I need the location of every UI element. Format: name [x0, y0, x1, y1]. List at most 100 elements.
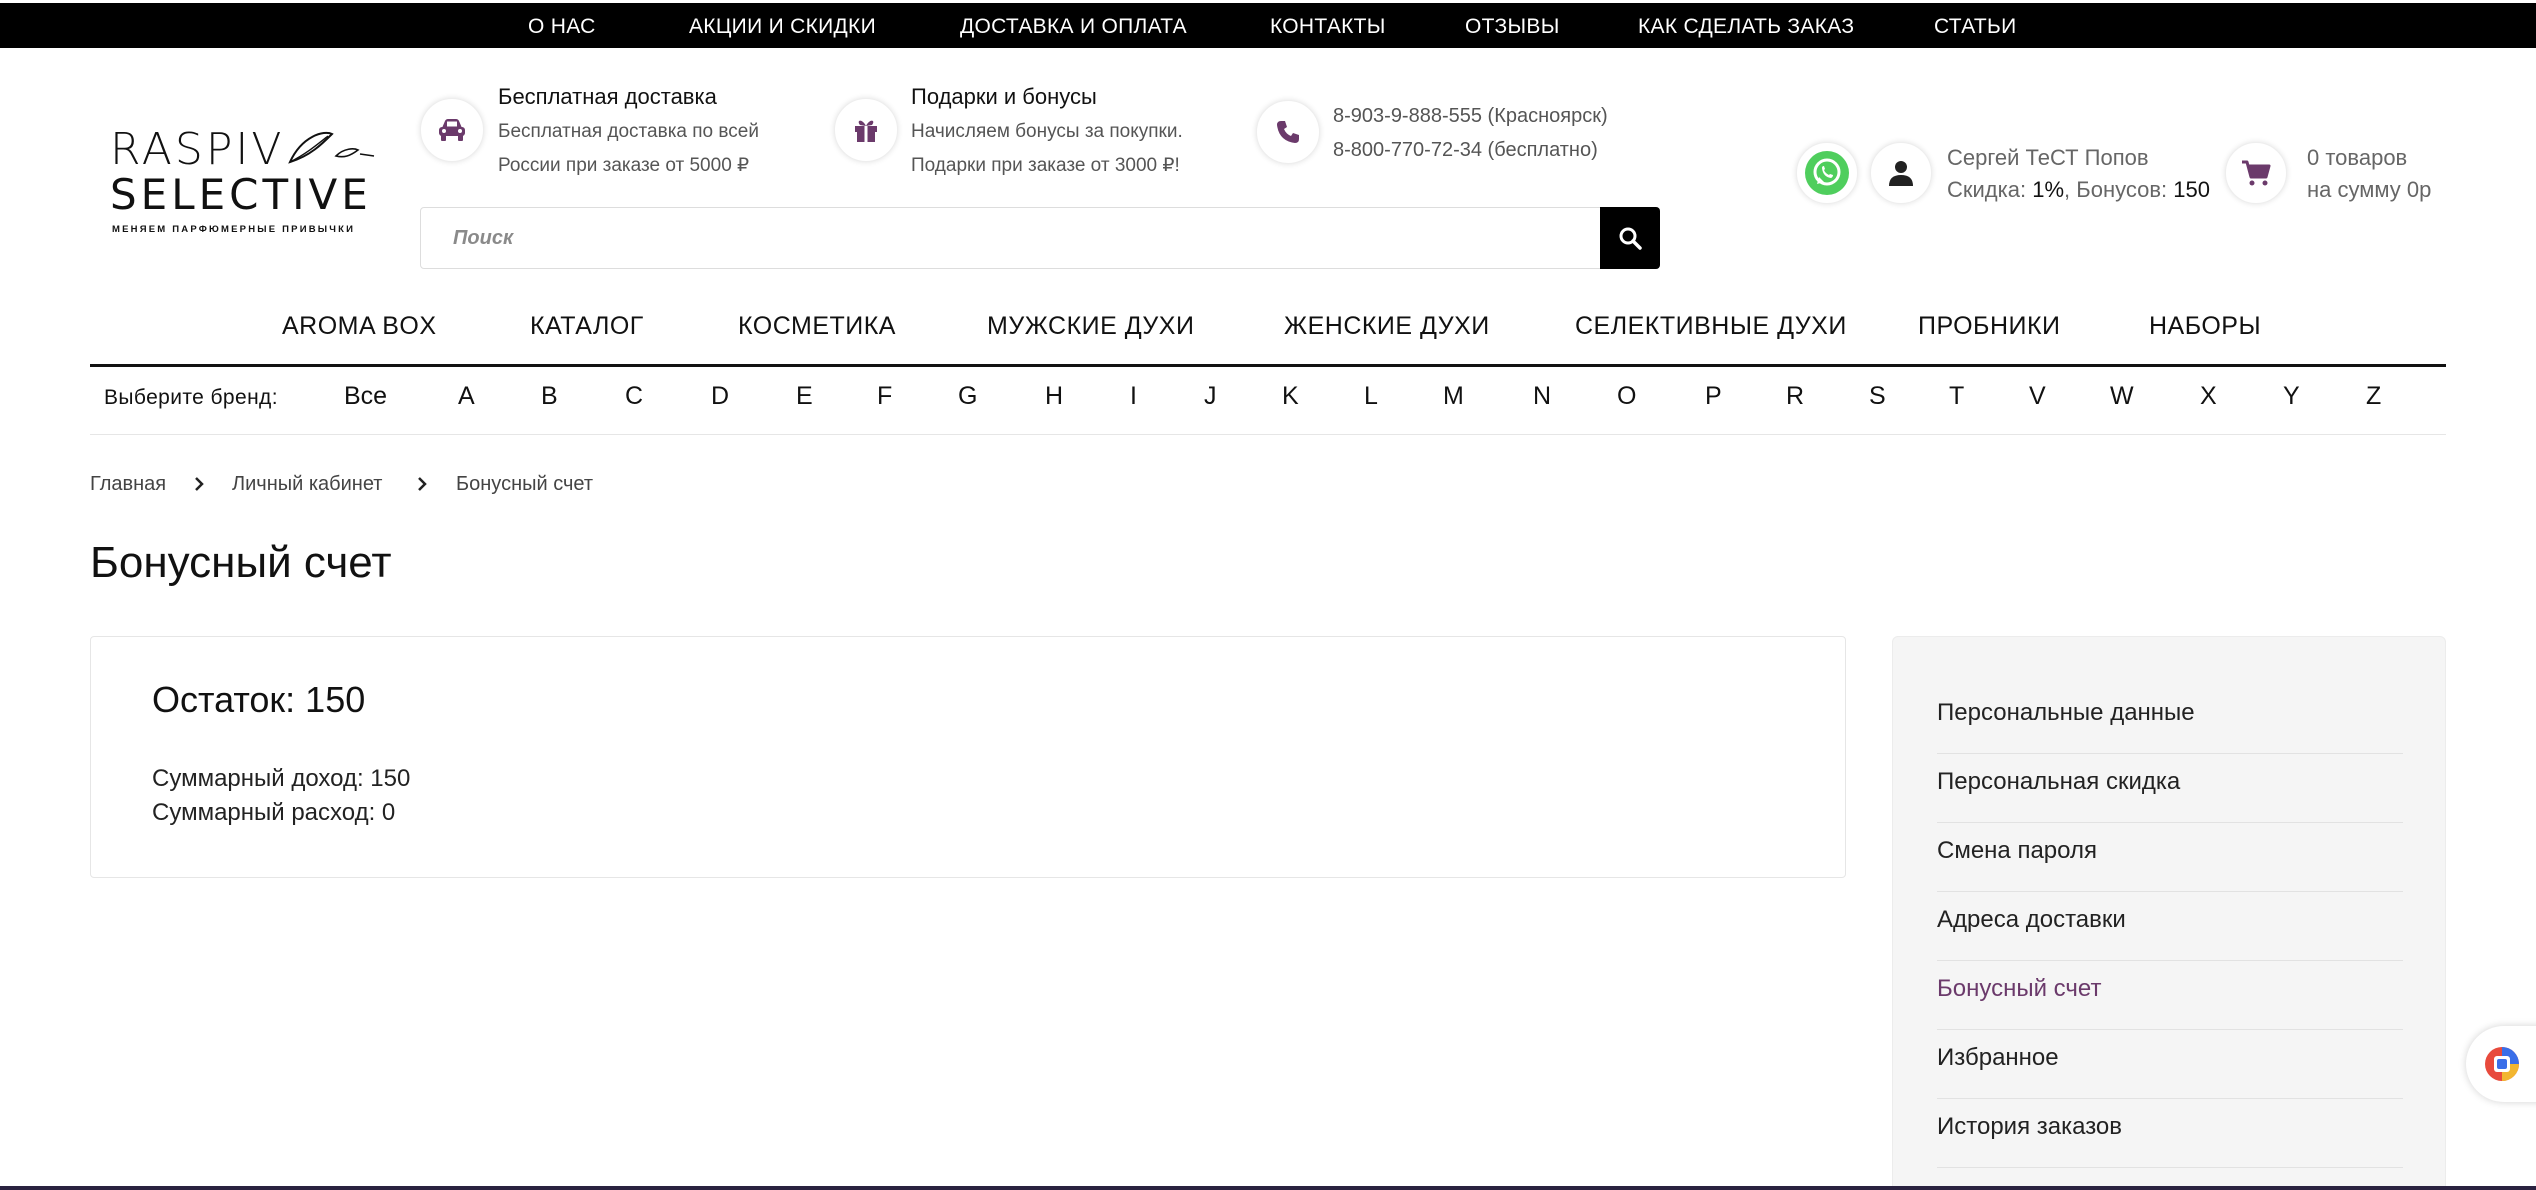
brand-letter-b[interactable]: B	[541, 382, 558, 411]
gifts-title: Подарки и бонусы	[911, 84, 1097, 109]
sidebar-item-order-history[interactable]: История заказов	[1937, 1099, 2403, 1168]
brand-letter-o[interactable]: O	[1617, 382, 1636, 411]
phone-icon	[1277, 121, 1299, 143]
mainnav-mens-perfume[interactable]: МУЖСКИЕ ДУХИ	[987, 312, 1194, 341]
breadcrumb-account[interactable]: Личный кабинет	[232, 473, 382, 496]
brand-letter-a[interactable]: A	[458, 382, 475, 411]
user-discount-bonus: Скидка: 1%, Бонусов: 150	[1947, 177, 2210, 202]
brand-letter-e[interactable]: E	[796, 382, 813, 411]
brand-letter-k[interactable]: K	[1282, 382, 1299, 411]
brand-letter-n[interactable]: N	[1533, 382, 1551, 411]
bonus-expense: Суммарный расход: 0	[152, 799, 396, 826]
cart-sum[interactable]: на сумму 0р	[2307, 174, 2431, 206]
sidebar-item-label: Персональная скидка	[1937, 768, 2181, 795]
brand-letter-i[interactable]: I	[1130, 382, 1137, 411]
sidebar-item-bonus-account[interactable]: Бонусный счет	[1937, 961, 2403, 1030]
search-icon	[1619, 227, 1642, 250]
sidebar-item-label: Персональные данные	[1937, 699, 2195, 726]
floating-widget-button[interactable]	[2466, 1026, 2536, 1102]
bonus-income: Суммарный доход: 150	[152, 765, 411, 792]
discount-label: Скидка:	[1947, 177, 2027, 202]
brand-letter-g[interactable]: G	[958, 382, 977, 411]
sidebar-item-personal-data[interactable]: Персональные данные	[1937, 685, 2403, 754]
page-title: Бонусный счет	[90, 538, 392, 587]
brand-letter-r[interactable]: R	[1786, 382, 1804, 411]
bonus-value: 150	[2173, 177, 2210, 202]
account-sidebar: Персональные данные Персональная скидка …	[1892, 636, 2446, 1190]
topnav-articles[interactable]: СТАТЬИ	[1934, 3, 2016, 51]
brand-letter-p[interactable]: P	[1705, 382, 1722, 411]
discount-value: 1%	[2032, 177, 2065, 202]
brand-select-label: Выберите бренд:	[104, 386, 278, 409]
logo-line-1: RASPIV	[110, 124, 285, 175]
cart-icon	[2242, 160, 2271, 186]
phone-krasnoyarsk[interactable]: 8-903-9-888-555 (Красноярск)	[1333, 99, 1608, 133]
search-button[interactable]	[1600, 207, 1660, 269]
user-name[interactable]: Сергей ТеСТ Попов	[1947, 142, 2149, 174]
brand-letter-v[interactable]: V	[2029, 382, 2046, 411]
sidebar-item-label: Смена пароля	[1937, 837, 2097, 864]
gift-icon	[855, 120, 877, 142]
gifts-text-2: Подарки при заказе от 3000 ₽!	[911, 155, 1180, 176]
brand-letter-h[interactable]: H	[1045, 382, 1063, 411]
cart-count[interactable]: 0 товаров	[2307, 142, 2407, 174]
bonus-remain: Остаток: 150	[152, 679, 366, 720]
mainnav-samples[interactable]: ПРОБНИКИ	[1918, 312, 2061, 341]
leaf-logo-icon	[288, 131, 375, 164]
sidebar-item-label: Избранное	[1937, 1044, 2059, 1071]
mainnav-sets[interactable]: НАБОРЫ	[2149, 312, 2261, 341]
main-nav-divider	[90, 364, 2446, 367]
brand-letter-y[interactable]: Y	[2283, 382, 2300, 411]
brand-letter-all[interactable]: Все	[344, 382, 387, 411]
brand-letter-m[interactable]: M	[1443, 382, 1464, 411]
top-navigation-bar: О НАС АКЦИИ И СКИДКИ ДОСТАВКА И ОПЛАТА К…	[0, 0, 2536, 48]
phone-free[interactable]: 8-800-770-72-34 (бесплатно)	[1333, 133, 1598, 167]
mainnav-womens-perfume[interactable]: ЖЕНСКИЕ ДУХИ	[1284, 312, 1490, 341]
topnav-how-to-order[interactable]: КАК СДЕЛАТЬ ЗАКАЗ	[1638, 3, 1854, 51]
phone-info-circle	[1256, 100, 1320, 164]
sidebar-item-delivery-addresses[interactable]: Адреса доставки	[1937, 892, 2403, 961]
widget-logo-icon	[2485, 1047, 2519, 1081]
gifts-text-1: Начисляем бонусы за покупки.	[911, 121, 1183, 142]
user-account-button[interactable]	[1870, 142, 1932, 204]
whatsapp-icon	[1805, 151, 1849, 195]
mainnav-catalog[interactable]: КАТАЛОГ	[530, 312, 644, 341]
brand-letter-x[interactable]: X	[2200, 382, 2217, 411]
brand-letter-w[interactable]: W	[2110, 382, 2134, 411]
logo-tagline: МЕНЯЕМ ПАРФЮМЕРНЫЕ ПРИВЫЧКИ	[112, 224, 356, 235]
breadcrumb-current: Бонусный счет	[456, 473, 594, 495]
brand-letter-z[interactable]: Z	[2366, 382, 2381, 411]
topnav-about[interactable]: О НАС	[528, 3, 596, 51]
brand-row-divider	[90, 434, 2446, 435]
search-input[interactable]	[421, 208, 1599, 268]
brand-letter-l[interactable]: L	[1364, 382, 1378, 411]
cart-button[interactable]	[2225, 142, 2287, 204]
delivery-info-circle	[420, 98, 484, 162]
sidebar-item-personal-discount[interactable]: Персональная скидка	[1937, 754, 2403, 823]
user-icon	[1889, 161, 1913, 186]
topnav-promotions[interactable]: АКЦИИ И СКИДКИ	[689, 3, 876, 51]
sidebar-item-favorites[interactable]: Избранное	[1937, 1030, 2403, 1099]
site-logo[interactable]: RASPIV SELECTIVE МЕНЯЕМ ПАРФЮМЕРНЫЕ ПРИВ…	[110, 124, 375, 244]
topnav-reviews[interactable]: ОТЗЫВЫ	[1465, 3, 1560, 51]
delivery-text-2: России при заказе от 5000 ₽	[498, 155, 750, 176]
sidebar-item-label: Бонусный счет	[1937, 975, 2102, 1002]
delivery-title: Бесплатная доставка	[498, 84, 717, 109]
brand-letter-c[interactable]: C	[625, 382, 643, 411]
mainnav-aroma-box[interactable]: AROMA BOX	[282, 312, 437, 341]
logo-line-2: SELECTIVE	[110, 170, 372, 219]
brand-letter-f[interactable]: F	[877, 382, 892, 411]
breadcrumb-home[interactable]: Главная	[90, 473, 166, 496]
topnav-contacts[interactable]: КОНТАКТЫ	[1270, 3, 1386, 51]
mainnav-selective-perfume[interactable]: СЕЛЕКТИВНЫЕ ДУХИ	[1575, 312, 1847, 341]
brand-letter-d[interactable]: D	[711, 382, 729, 411]
brand-letter-j[interactable]: J	[1204, 382, 1217, 411]
brand-letter-s[interactable]: S	[1869, 382, 1886, 411]
bonus-summary-card: Остаток: 150 Суммарный доход: 150 Суммар…	[90, 636, 1846, 878]
topnav-delivery[interactable]: ДОСТАВКА И ОПЛАТА	[960, 3, 1187, 51]
sidebar-item-change-password[interactable]: Смена пароля	[1937, 823, 2403, 892]
sidebar-item-label: Адреса доставки	[1937, 906, 2126, 933]
mainnav-cosmetics[interactable]: КОСМЕТИКА	[738, 312, 896, 341]
whatsapp-button[interactable]	[1796, 142, 1858, 204]
brand-letter-t[interactable]: T	[1949, 382, 1964, 411]
